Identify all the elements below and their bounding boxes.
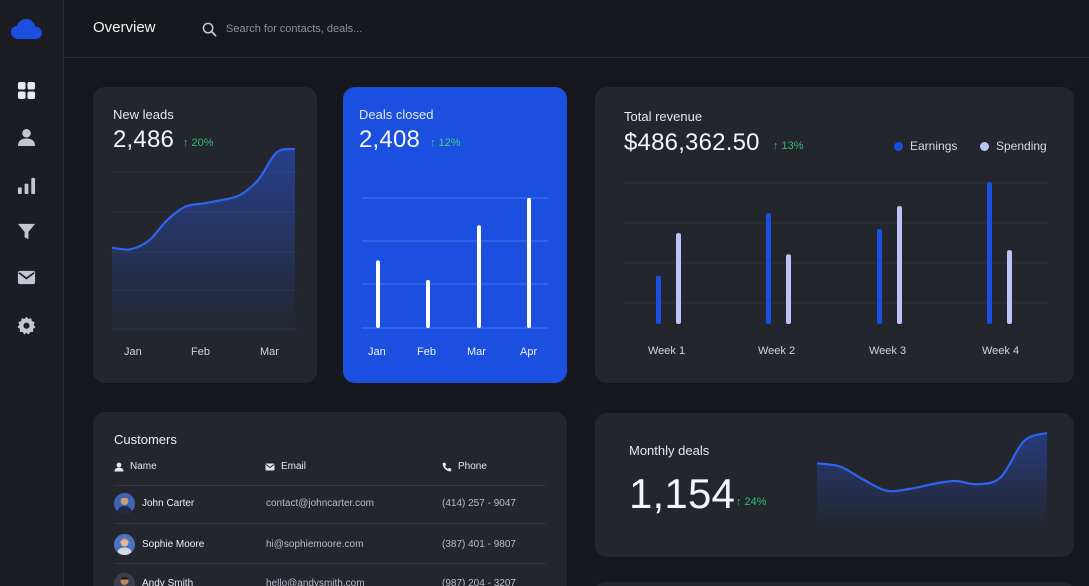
deals-bar-feb [426,279,430,328]
mail-icon [17,270,36,285]
customers-title: Customers [114,432,177,447]
avatar [114,534,135,555]
sidebar [0,0,64,586]
deals-bar-jan [376,260,380,328]
customer-email[interactable]: hello@andysmith.com [266,578,365,586]
search-bar[interactable] [202,19,522,39]
customer-phone[interactable]: (387) 401 - 9807 [442,539,516,550]
row-divider [114,523,546,524]
table-row[interactable]: John Carter contact@johncarter.com (414)… [114,493,554,533]
row-divider [114,563,546,564]
table-row[interactable]: Andy Smith hello@andysmith.com (987) 204… [114,573,554,586]
axis-label-mar: Mar [467,346,486,358]
axis-label-jan: Jan [368,346,386,358]
axis-label-week-3: Week 3 [869,345,907,357]
new-leads-area-chart [111,147,297,337]
column-header-phone[interactable]: Phone [442,461,487,472]
bar-chart-icon [17,177,36,195]
avatar [114,493,135,514]
axis-label-mar: Mar [260,346,279,358]
cloud-logo-icon[interactable] [11,19,42,40]
customers-card: Customers Name Email Phone John Carter c… [93,412,567,586]
customer-name: John Carter [142,498,195,509]
customer-name: Sophie Moore [142,539,205,550]
column-header-name[interactable]: Name [114,461,157,472]
table-row[interactable]: Sophie Moore hi@sophiemoore.com (387) 40… [114,534,554,574]
earnings-bar-week-3 [877,228,882,324]
nav-reports[interactable] [16,175,37,196]
monthly-deals-area-fill [817,433,1047,531]
deals-bar-apr [527,198,531,328]
nav-contacts[interactable] [16,127,37,148]
total-revenue-card: Total revenue $486,362.50 ↑ 13% Earnings… [595,87,1074,383]
search-input[interactable] [226,23,506,35]
mail-icon [265,463,275,470]
nav-filters[interactable] [16,221,37,242]
monthly-deals-card: Monthly deals 1,154 ↑ 24% [595,413,1074,557]
axis-label-feb: Feb [191,346,210,358]
customer-email[interactable]: hi@sophiemoore.com [266,539,363,550]
deals-closed-bar-chart [362,197,548,329]
filter-funnel-icon [17,223,36,240]
nav-settings[interactable] [16,315,37,336]
leads-area-fill [112,148,295,337]
nav-mail[interactable] [16,267,37,288]
page-title: Overview [93,19,156,36]
axis-label-jan: Jan [124,346,142,358]
user-icon [114,462,124,471]
total-revenue-bar-chart [624,182,1048,324]
nav-dashboard[interactable] [16,80,37,101]
new-leads-card: New leads 2,486 ↑ 20% Jan Feb Mar [93,87,317,383]
deals-closed-card: Deals closed 2,408 ↑ 12% Jan Feb Mar Apr [343,87,567,383]
column-header-email[interactable]: Email [265,461,306,472]
earnings-bar-week-2 [766,213,771,324]
top-bar: Overview [64,0,1089,58]
row-divider [114,485,546,486]
earnings-bar-week-4 [987,182,992,324]
spending-bar-week-4 [1007,250,1012,324]
column-header-phone-label: Phone [458,461,487,472]
customer-phone[interactable]: (987) 204 - 3207 [442,578,516,586]
axis-label-week-2: Week 2 [758,345,796,357]
axis-label-apr: Apr [520,346,538,358]
dashboard-grid-icon [17,81,36,100]
search-icon [202,22,217,36]
monthly-deals-line-chart [816,431,1048,531]
avatar [114,573,135,586]
earnings-bar-week-1 [656,275,661,324]
axis-label-week-1: Week 1 [648,345,686,357]
customer-phone[interactable]: (414) 257 - 9047 [442,498,516,509]
spending-bar-week-2 [786,254,791,324]
customer-email[interactable]: contact@johncarter.com [266,498,374,509]
settings-gear-icon [17,316,36,335]
column-header-email-label: Email [281,461,307,472]
axis-label-week-4: Week 4 [982,345,1020,357]
user-icon [17,128,36,147]
column-header-name-label: Name [130,461,157,472]
customer-name: Andy Smith [142,578,194,586]
deals-bar-mar [477,225,481,328]
spending-bar-week-1 [676,233,681,324]
next-card-partial [595,582,1074,586]
axis-label-feb: Feb [417,346,436,358]
spending-bar-week-3 [897,206,902,324]
phone-icon [442,462,452,471]
